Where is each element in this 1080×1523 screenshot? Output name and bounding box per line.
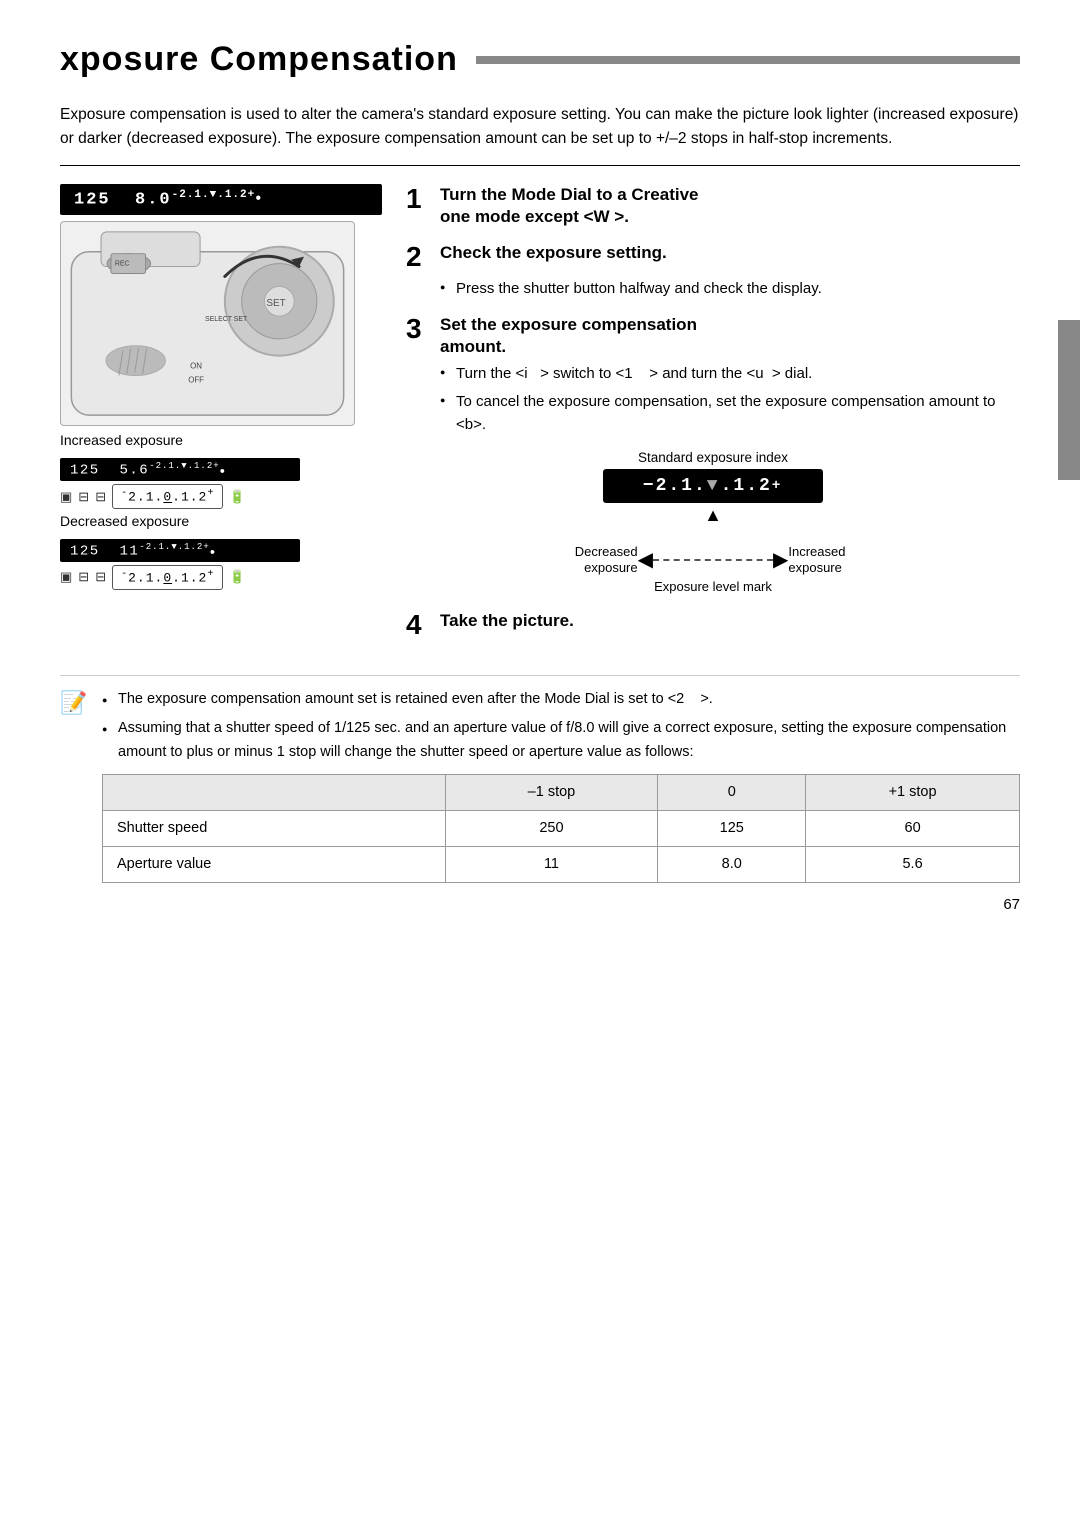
increased-exposure-label: Increased exposure [60, 432, 382, 448]
table-header-minus1: –1 stop [445, 774, 658, 810]
table-cell-aperture-minus1: 11 [445, 847, 658, 883]
exposure-scale: −2.1.▼.1.2+ [603, 469, 823, 503]
step-3-item-1: Turn the <i > switch to <1 > and turn th… [440, 362, 1020, 385]
lcd-top: 125 8.0-2.1.▼.1.2+● [60, 184, 382, 215]
page-number: 67 [1003, 896, 1020, 913]
decreased-exposure-row: 125 11-2.1.▼.1.2+● ▣ ⊟ ⊟ -2.1.0.1.2+ 🔋 [60, 539, 382, 590]
main-content: 125 8.0-2.1.▼.1.2+● MODE REC [60, 184, 1020, 655]
step-1: 1 Turn the Mode Dial to a Creativeone mo… [406, 184, 1020, 228]
step-3-item-2: To cancel the exposure compensation, set… [440, 390, 1020, 437]
note-item-2: Assuming that a shutter speed of 1/125 s… [102, 717, 1020, 763]
panel-icon-2: ⊟ [78, 489, 89, 505]
step-2-content: Press the shutter button halfway and che… [440, 277, 1020, 300]
table-cell-shutter-0: 125 [658, 810, 806, 846]
table-row-aperture: Aperture value 11 8.0 5.6 [103, 847, 1020, 883]
page-title: xposure Compensation [60, 40, 458, 79]
table-cell-shutter-plus1: 60 [806, 810, 1020, 846]
standard-exposure-index-label: Standard exposure index [406, 450, 1020, 465]
step-4-title: Take the picture. [440, 610, 574, 632]
step-1-title: Turn the Mode Dial to a Creativeone mode… [440, 184, 699, 228]
table-row-shutter: Shutter speed 250 125 60 [103, 810, 1020, 846]
scale-marker: ▲ [603, 505, 823, 526]
note-item-1: The exposure compensation amount set is … [102, 688, 1020, 711]
right-column: 1 Turn the Mode Dial to a Creativeone mo… [400, 184, 1020, 655]
table-header-plus1: +1 stop [806, 774, 1020, 810]
decreased-exposure-label: Decreased exposure [60, 513, 382, 529]
exposure-diagram: Standard exposure index −2.1.▼.1.2+ ▲ De… [406, 450, 1020, 594]
step-4-header: 4 Take the picture. [406, 610, 1020, 641]
arrow-right-icon: ▶ [773, 547, 788, 572]
left-column: 125 8.0-2.1.▼.1.2+● MODE REC [60, 184, 400, 655]
step-3-header: 3 Set the exposure compensationamount. [406, 314, 1020, 358]
panel-increased: ▣ ⊟ ⊟ -2.1.0.1.2+ 🔋 [60, 484, 382, 508]
step-2: 2 Check the exposure setting. Press the … [406, 242, 1020, 300]
table-cell-shutter-label: Shutter speed [103, 810, 446, 846]
increased-exposure-row: 125 5.6-2.1.▼.1.2+● ▣ ⊟ ⊟ -2.1.0.1.2+ 🔋 [60, 458, 382, 509]
table-header-0: 0 [658, 774, 806, 810]
camera-illustration: MODE REC SET SELECT SET ON OF [60, 221, 355, 426]
title-rule [476, 56, 1020, 64]
panel-box-decreased: -2.1.0.1.2+ [112, 565, 223, 589]
page: xposure Compensation Exposure compensati… [0, 0, 1080, 943]
arrow-left-icon: ◀ [638, 547, 653, 572]
step-4: 4 Take the picture. [406, 610, 1020, 641]
step-4-number: 4 [406, 610, 436, 641]
notes-section: 📝 The exposure compensation amount set i… [60, 675, 1020, 883]
lcd-increased: 125 5.6-2.1.▼.1.2+● [60, 458, 300, 482]
note-icon: 📝 [60, 690, 90, 716]
step-3: 3 Set the exposure compensationamount. T… [406, 314, 1020, 436]
dotted-line [653, 559, 773, 561]
step-2-header: 2 Check the exposure setting. [406, 242, 1020, 273]
battery-icon-2: 🔋 [229, 569, 245, 585]
step-2-number: 2 [406, 242, 436, 273]
exposure-level-mark-label: Exposure level mark [406, 579, 1020, 594]
decreased-label: Decreasedexposure [558, 544, 638, 575]
panel-icon-1: ▣ [60, 489, 72, 505]
panel-icon-3: ⊟ [95, 489, 106, 505]
svg-text:ON: ON [190, 361, 202, 370]
step-2-item-1: Press the shutter button halfway and che… [440, 277, 1020, 300]
step-1-header: 1 Turn the Mode Dial to a Creativeone mo… [406, 184, 1020, 228]
panel-icon-4: ▣ [60, 569, 72, 585]
exposure-table: –1 stop 0 +1 stop Shutter speed 250 125 … [102, 774, 1020, 884]
title-bar: xposure Compensation [60, 40, 1020, 79]
step-3-number: 3 [406, 314, 436, 345]
panel-icon-6: ⊟ [95, 569, 106, 585]
arrow-line: ◀ ▶ [638, 547, 789, 572]
table-cell-aperture-label: Aperture value [103, 847, 446, 883]
svg-text:SELECT SET: SELECT SET [205, 316, 248, 323]
arrow-row: Decreasedexposure ◀ ▶ Increasedexposure [406, 544, 1020, 575]
step-3-title: Set the exposure compensationamount. [440, 314, 697, 358]
step-2-title: Check the exposure setting. [440, 242, 667, 264]
table-cell-shutter-minus1: 250 [445, 810, 658, 846]
notes-content: The exposure compensation amount set is … [102, 688, 1020, 883]
step-3-content: Turn the <i > switch to <1 > and turn th… [440, 362, 1020, 436]
step-1-number: 1 [406, 184, 436, 215]
sidebar-accent [1058, 320, 1080, 480]
table-cell-aperture-plus1: 5.6 [806, 847, 1020, 883]
table-cell-aperture-0: 8.0 [658, 847, 806, 883]
lcd-decreased: 125 11-2.1.▼.1.2+● [60, 539, 300, 563]
panel-decreased: ▣ ⊟ ⊟ -2.1.0.1.2+ 🔋 [60, 565, 382, 589]
table-header-blank [103, 774, 446, 810]
increased-label: Increasedexposure [788, 544, 868, 575]
panel-icon-5: ⊟ [78, 569, 89, 585]
svg-text:REC: REC [115, 260, 130, 267]
svg-text:SET: SET [266, 298, 285, 309]
battery-icon: 🔋 [229, 489, 245, 505]
intro-paragraph: Exposure compensation is used to alter t… [60, 103, 1020, 166]
panel-box-increased: -2.1.0.1.2+ [112, 484, 223, 508]
svg-text:OFF: OFF [188, 375, 204, 384]
